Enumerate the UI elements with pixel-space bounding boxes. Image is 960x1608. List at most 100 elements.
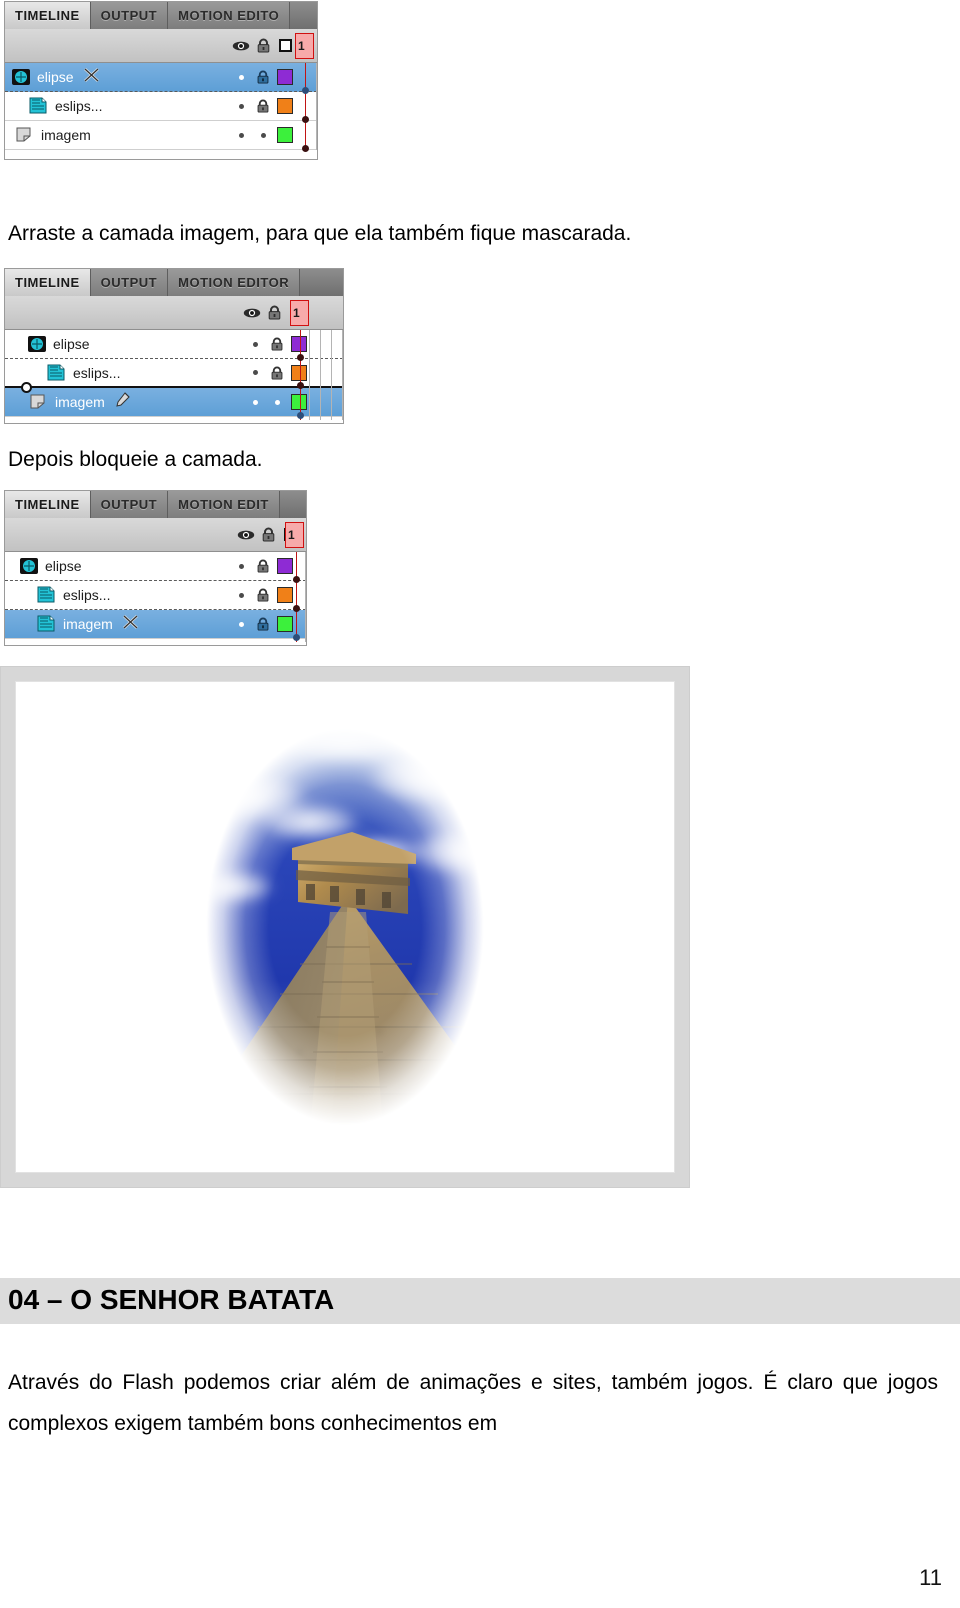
eye-icon[interactable] — [241, 307, 263, 319]
timeline-column-header: 1 — [5, 518, 306, 552]
stage-canvas — [15, 681, 675, 1173]
panel-tab-bar[interactable]: TIMELINE OUTPUT MOTION EDIT — [5, 491, 306, 518]
eye-icon[interactable] — [235, 529, 257, 541]
playhead-frame-number[interactable]: 1 — [285, 522, 304, 548]
timeline-panel-middle[interactable]: TIMELINE OUTPUT MOTION EDITOR 1 elipse e… — [4, 268, 344, 424]
visibility-toggle[interactable] — [230, 621, 252, 627]
panel-tab-bar[interactable]: TIMELINE OUTPUT MOTION EDITO — [5, 2, 317, 29]
frame-grid-line — [305, 552, 306, 642]
keyframe-marker[interactable] — [293, 576, 300, 583]
timeline-panel-top[interactable]: TIMELINE OUTPUT MOTION EDITO 1 elipse es… — [4, 1, 318, 160]
lock-icon[interactable] — [257, 527, 279, 542]
guide-layer-icon — [15, 126, 35, 144]
masked-layer-icon — [37, 586, 57, 604]
pyramid-illustration — [180, 702, 523, 1152]
lock-toggle[interactable] — [252, 99, 274, 113]
outline-square-icon[interactable] — [274, 39, 296, 52]
playhead-frame-number[interactable]: 1 — [290, 300, 309, 326]
lock-toggle[interactable] — [252, 588, 274, 602]
timeline-column-header: 1 — [5, 296, 343, 330]
page-title: 04 – O SENHOR BATATA — [0, 1278, 960, 1324]
table-row[interactable]: imagem — [5, 382, 343, 419]
visibility-toggle[interactable] — [230, 103, 252, 109]
table-row[interactable]: eslips... — [5, 581, 306, 612]
list-item: imagem — [63, 616, 113, 632]
visibility-toggle[interactable] — [244, 399, 266, 405]
lock-toggle[interactable] — [252, 132, 274, 138]
layer-color-swatch[interactable] — [274, 587, 296, 603]
visibility-toggle[interactable] — [244, 370, 266, 375]
tab-motion-editor[interactable]: MOTION EDIT — [168, 491, 280, 518]
lock-toggle[interactable] — [252, 70, 274, 84]
mask-layer-icon — [27, 335, 47, 353]
tab-motion-editor[interactable]: MOTION EDITO — [168, 2, 291, 29]
visibility-toggle[interactable] — [230, 592, 252, 598]
list-item: imagem — [41, 127, 91, 143]
mask-layer-icon — [19, 557, 39, 575]
layer-color-swatch[interactable] — [274, 98, 296, 114]
layer-color-swatch[interactable] — [288, 394, 310, 410]
lock-toggle[interactable] — [266, 366, 288, 380]
panel-tab-bar[interactable]: TIMELINE OUTPUT MOTION EDITOR — [5, 269, 343, 296]
eye-icon[interactable] — [230, 40, 252, 52]
table-row[interactable]: elipse — [5, 330, 343, 361]
keyframe-marker[interactable] — [297, 382, 304, 389]
lock-icon[interactable] — [263, 305, 285, 320]
tab-motion-editor[interactable]: MOTION EDITOR — [168, 269, 301, 296]
keyframe-marker[interactable] — [302, 116, 309, 123]
visibility-toggle[interactable] — [230, 563, 252, 569]
layer-rows: elipse eslips... imagem — [5, 63, 317, 152]
table-row[interactable]: imagem — [5, 610, 306, 641]
layer-color-swatch[interactable] — [274, 127, 296, 143]
drag-anchor-handle[interactable] — [21, 382, 32, 393]
keyframe-marker[interactable] — [302, 145, 309, 152]
pencil-icon — [113, 391, 133, 413]
list-item: elipse — [53, 336, 90, 352]
timeline-column-header: 1 — [5, 29, 317, 63]
keyframe-marker[interactable] — [297, 412, 304, 419]
table-row[interactable]: eslips... — [5, 92, 317, 123]
tab-output[interactable]: OUTPUT — [90, 269, 169, 296]
crossed-tools-icon — [82, 66, 102, 89]
masked-layer-icon — [47, 364, 67, 382]
list-item: eslips... — [55, 98, 103, 114]
visibility-toggle[interactable] — [244, 341, 266, 347]
list-item: imagem — [55, 394, 105, 410]
table-row[interactable]: elipse — [5, 552, 306, 583]
lock-icon[interactable] — [252, 38, 274, 53]
body-paragraph: Através do Flash podemos criar além de a… — [8, 1371, 938, 1435]
keyframe-marker[interactable] — [302, 87, 309, 94]
layer-color-swatch[interactable] — [274, 69, 296, 85]
mask-layer-icon — [11, 68, 31, 86]
tab-output[interactable]: OUTPUT — [90, 491, 169, 518]
frame-grid-line — [320, 330, 321, 420]
visibility-toggle[interactable] — [230, 74, 252, 80]
visibility-toggle[interactable] — [230, 132, 252, 138]
keyframe-marker[interactable] — [293, 605, 300, 612]
lock-toggle[interactable] — [266, 399, 288, 405]
keyframe-marker[interactable] — [293, 634, 300, 641]
lock-toggle[interactable] — [252, 559, 274, 573]
tab-timeline[interactable]: TIMELINE — [5, 491, 91, 518]
list-item: elipse — [37, 69, 74, 85]
table-row[interactable]: imagem — [5, 121, 317, 152]
layer-color-swatch[interactable] — [274, 558, 296, 574]
timeline-panel-bottom[interactable]: TIMELINE OUTPUT MOTION EDIT 1 elipse esl… — [4, 490, 307, 646]
playhead-line — [305, 63, 306, 150]
table-row[interactable]: eslips... — [5, 359, 343, 389]
lock-toggle[interactable] — [252, 617, 274, 631]
keyframe-marker[interactable] — [297, 354, 304, 361]
layer-color-swatch[interactable] — [288, 336, 310, 352]
guide-layer-icon — [29, 393, 49, 411]
tab-timeline[interactable]: TIMELINE — [5, 269, 91, 296]
playhead-frame-number[interactable]: 1 — [295, 33, 314, 59]
tab-timeline[interactable]: TIMELINE — [5, 2, 91, 29]
tab-output[interactable]: OUTPUT — [90, 2, 169, 29]
table-row[interactable]: elipse — [5, 63, 317, 94]
layer-color-swatch[interactable] — [288, 364, 310, 381]
lock-toggle[interactable] — [266, 337, 288, 351]
layer-rows: elipse eslips... imagem — [5, 552, 306, 642]
list-item: eslips... — [63, 587, 111, 603]
layer-color-swatch[interactable] — [274, 616, 296, 632]
list-item: eslips... — [73, 364, 121, 381]
